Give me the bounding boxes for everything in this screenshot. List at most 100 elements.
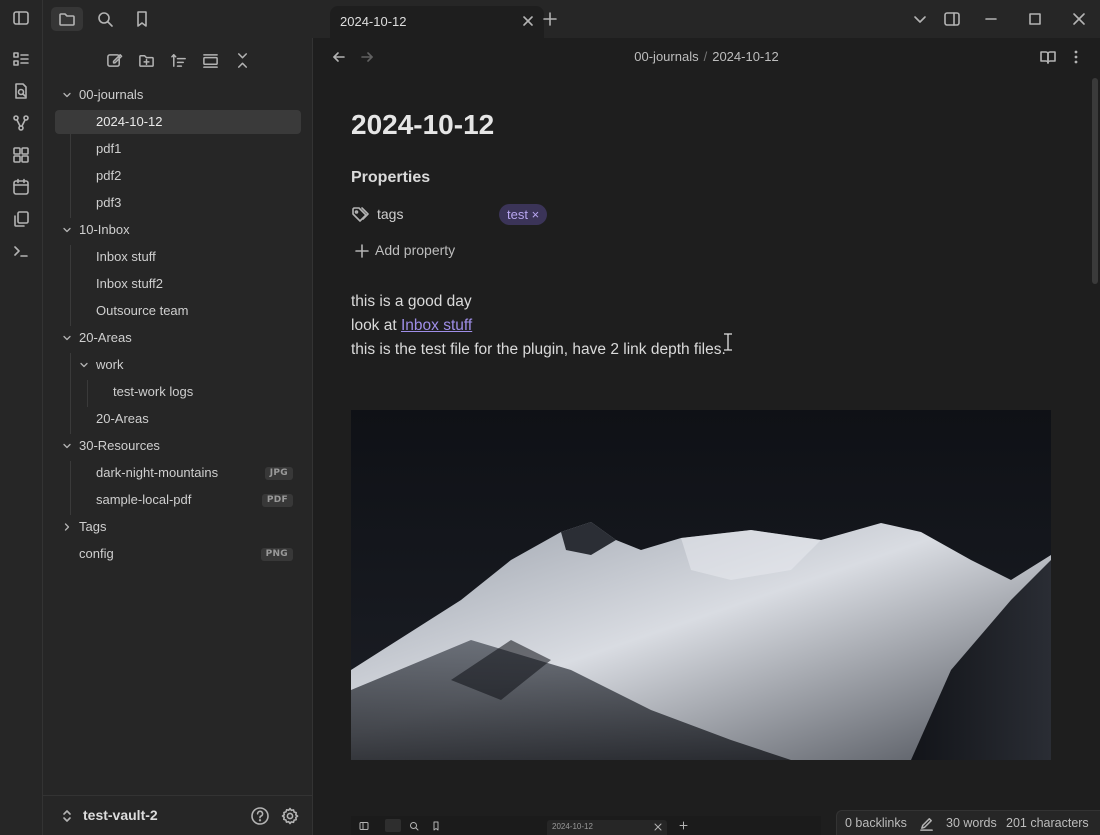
tree-folder[interactable]: 20-Areas	[55, 326, 301, 350]
character-count[interactable]: 201 characters	[1006, 816, 1089, 830]
tree-file[interactable]: pdf3	[55, 191, 301, 215]
vault-name[interactable]: test-vault-2	[83, 807, 158, 823]
chevron-down-icon[interactable]	[62, 333, 72, 343]
help-icon[interactable]	[250, 806, 270, 826]
chevrons-collapse-icon	[237, 52, 247, 68]
breadcrumb-separator: /	[703, 49, 708, 64]
indent-guide	[70, 245, 71, 326]
more-options-icon[interactable]	[1068, 48, 1084, 66]
view-header: 00-journals / 2024-10-12	[313, 38, 1100, 76]
property-key[interactable]: tags	[377, 206, 403, 222]
text-cursor-icon	[723, 333, 733, 351]
auto-reveal-button[interactable]	[198, 48, 222, 72]
chevron-down-icon[interactable]	[62, 441, 72, 451]
new-note-button[interactable]	[102, 48, 126, 72]
indent-guide	[70, 110, 71, 218]
embedded-image-mountains[interactable]	[351, 410, 1051, 760]
body-line-3[interactable]: this is the test file for the plugin, ha…	[351, 341, 726, 359]
collapse-all-button[interactable]	[230, 48, 254, 72]
tags-icon	[351, 206, 369, 224]
word-count[interactable]: 30 words	[946, 816, 997, 830]
chevron-right-icon[interactable]	[62, 522, 72, 532]
indent-guide	[70, 353, 71, 434]
edit-pencil-icon[interactable]	[919, 816, 934, 831]
maximize-icon[interactable]	[1025, 9, 1045, 29]
tree-file[interactable]: pdf1	[55, 137, 301, 161]
reading-view-book-icon[interactable]	[1039, 48, 1057, 66]
breadcrumb-folder[interactable]: 00-journals	[634, 49, 698, 64]
bookmarks-tab[interactable]	[126, 7, 158, 31]
tree-folder[interactable]: Tags	[55, 515, 301, 539]
minimize-icon[interactable]	[981, 9, 1001, 29]
indent-guide	[87, 380, 88, 407]
tree-folder[interactable]: 30-Resources	[55, 434, 301, 458]
tree-file[interactable]: Inbox stuff	[55, 245, 301, 269]
tasks-list-icon[interactable]	[11, 49, 31, 69]
graph-view-icon[interactable]	[11, 113, 31, 133]
tag-remove-icon[interactable]: ×	[532, 207, 540, 222]
tree-file[interactable]: config PNG	[55, 542, 301, 566]
window-close-icon[interactable]	[1069, 9, 1089, 29]
breadcrumb: 00-journals / 2024-10-12	[313, 49, 1100, 64]
sidebar-toggle-icon[interactable]	[11, 8, 31, 28]
chevron-down-icon[interactable]	[62, 90, 72, 100]
mini-close-icon	[654, 823, 662, 831]
sort-button[interactable]	[166, 48, 190, 72]
tree-file[interactable]: Inbox stuff2	[55, 272, 301, 296]
editor-scrollbar[interactable]	[1092, 78, 1098, 284]
tab-list-chevron-down-icon[interactable]	[910, 9, 930, 29]
tree-item-label: 00-journals	[79, 87, 144, 102]
status-bar: 0 backlinks 30 words 201 characters	[836, 810, 1100, 835]
tree-file[interactable]: pdf2	[55, 164, 301, 188]
body-line-2[interactable]: look at Inbox stuff	[351, 317, 472, 335]
search-tab[interactable]	[89, 7, 121, 31]
new-tab-plus-icon[interactable]	[540, 9, 560, 29]
vault-footer: test-vault-2	[43, 795, 313, 835]
tree-file[interactable]: sample-local-pdf PDF	[55, 488, 301, 512]
chevron-down-icon[interactable]	[62, 225, 72, 235]
property-row-tags[interactable]: tags test ×	[351, 204, 751, 226]
mini-folder-icon	[385, 819, 401, 832]
file-search-icon[interactable]	[11, 81, 31, 101]
tree-file[interactable]: 20-Areas	[55, 407, 301, 431]
file-type-badge: PDF	[261, 494, 293, 507]
tree-item-label: test-work logs	[113, 384, 194, 399]
tree-folder[interactable]: 00-journals	[55, 83, 301, 107]
terminal-icon[interactable]	[11, 241, 31, 261]
tree-file[interactable]: dark-night-mountains JPG	[55, 461, 301, 485]
vault-switch-chevrons-icon[interactable]	[61, 809, 73, 823]
new-folder-button[interactable]	[134, 48, 158, 72]
calendar-icon[interactable]	[11, 177, 31, 197]
chevron-down-icon[interactable]	[79, 360, 89, 370]
tab-close-icon[interactable]	[520, 13, 536, 29]
tree-item-label: Inbox stuff2	[96, 276, 163, 291]
mini-tab: 2024-10-12	[547, 820, 667, 835]
properties-heading[interactable]: Properties	[351, 169, 430, 187]
breadcrumb-file[interactable]: 2024-10-12	[712, 49, 779, 64]
settings-gear-icon[interactable]	[280, 806, 300, 826]
file-explorer-tab[interactable]	[51, 7, 83, 31]
backlinks-count[interactable]: 0 backlinks	[845, 816, 907, 830]
bookmark-icon	[133, 10, 151, 28]
add-property-button[interactable]: Add property	[375, 242, 455, 258]
tab-active[interactable]: 2024-10-12	[330, 6, 544, 38]
note-title[interactable]: 2024-10-12	[351, 109, 494, 141]
tree-file[interactable]: test-work logs	[55, 380, 301, 404]
canvas-icon[interactable]	[11, 145, 31, 165]
tree-item-label: pdf3	[96, 195, 122, 210]
tree-file[interactable]: Outsource team	[55, 299, 301, 323]
tree-file[interactable]: 2024-10-12	[55, 110, 301, 134]
right-sidebar-toggle-icon[interactable]	[942, 9, 962, 29]
add-property-plus-icon	[355, 244, 369, 258]
folder-icon	[58, 10, 76, 28]
tree-folder[interactable]: work	[55, 353, 301, 377]
embedded-screenshot-strip: 2024-10-12	[351, 816, 821, 835]
body-line-2-prefix: look at	[351, 317, 401, 334]
tag-pill[interactable]: test ×	[499, 204, 548, 225]
reveal-file-icon	[202, 53, 218, 68]
templates-copy-icon[interactable]	[11, 209, 31, 229]
tree-folder[interactable]: 10-Inbox	[55, 218, 301, 242]
body-line-1[interactable]: this is a good day	[351, 293, 472, 311]
internal-link-inbox-stuff[interactable]: Inbox stuff	[401, 317, 472, 334]
tree-item-label: 20-Areas	[79, 330, 132, 345]
